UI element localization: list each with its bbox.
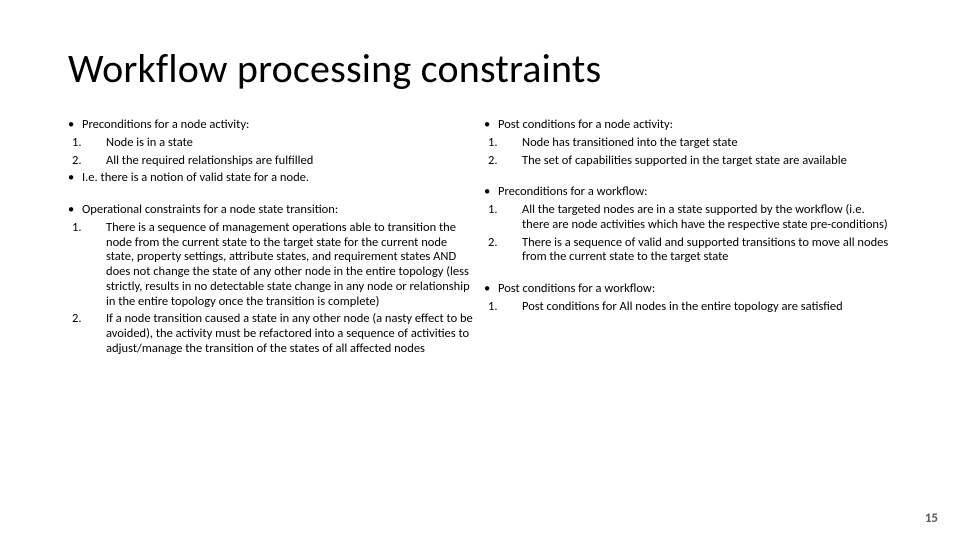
number-marker: 2.	[72, 154, 92, 169]
number-marker: 1.	[488, 300, 508, 315]
item-text: Node has transitioned into the target st…	[508, 136, 738, 151]
number-marker: 1.	[488, 136, 508, 151]
bullet-heading: • Preconditions for a workflow:	[484, 185, 892, 200]
numbered-item: 1. There is a sequence of management ope…	[68, 221, 476, 310]
bullet-icon: •	[68, 203, 82, 218]
numbered-item: 2. There is a sequence of valid and supp…	[484, 236, 892, 266]
left-column: • Preconditions for a node activity: 1. …	[68, 118, 476, 360]
heading-text: Operational constraints for a node state…	[82, 203, 338, 218]
number-marker: 2.	[72, 312, 92, 356]
slide: Workflow processing constraints • Precon…	[0, 0, 960, 540]
item-text: Post conditions for All nodes in the ent…	[508, 300, 843, 315]
number-marker: 1.	[72, 221, 92, 310]
numbered-item: 2. The set of capabilities supported in …	[484, 154, 892, 169]
content-columns: • Preconditions for a node activity: 1. …	[68, 118, 892, 360]
bullet-heading: • Preconditions for a node activity:	[68, 118, 476, 133]
number-marker: 1.	[488, 203, 508, 233]
bullet-icon: •	[68, 118, 82, 133]
page-number: 15	[925, 511, 938, 526]
bullet-icon: •	[68, 171, 82, 186]
right-column: • Post conditions for a node activity: 1…	[484, 118, 892, 360]
number-marker: 1.	[72, 136, 92, 151]
item-text: The set of capabilities supported in the…	[508, 154, 847, 169]
slide-title: Workflow processing constraints	[68, 48, 892, 90]
note-text: I.e. there is a notion of valid state fo…	[82, 171, 309, 186]
heading-text: Post conditions for a workflow:	[498, 282, 655, 297]
item-text: All the targeted nodes are in a state su…	[508, 203, 892, 233]
item-text: There is a sequence of management operat…	[92, 221, 476, 310]
numbered-item: 1. Post conditions for All nodes in the …	[484, 300, 892, 315]
bullet-heading: • Operational constraints for a node sta…	[68, 203, 476, 218]
number-marker: 2.	[488, 236, 508, 266]
bullet-heading: • Post conditions for a node activity:	[484, 118, 892, 133]
numbered-item: 1. All the targeted nodes are in a state…	[484, 203, 892, 233]
heading-text: Preconditions for a node activity:	[82, 118, 249, 133]
number-marker: 2.	[488, 154, 508, 169]
numbered-item: 1. Node is in a state	[68, 136, 476, 151]
bullet-heading: • Post conditions for a workflow:	[484, 282, 892, 297]
item-text: Node is in a state	[92, 136, 193, 151]
bullet-icon: •	[484, 118, 498, 133]
item-text: If a node transition caused a state in a…	[92, 312, 476, 356]
bullet-note: • I.e. there is a notion of valid state …	[68, 171, 476, 186]
numbered-item: 2. If a node transition caused a state i…	[68, 312, 476, 356]
item-text: All the required relationships are fulfi…	[92, 154, 313, 169]
numbered-item: 2. All the required relationships are fu…	[68, 154, 476, 169]
heading-text: Post conditions for a node activity:	[498, 118, 673, 133]
item-text: There is a sequence of valid and support…	[508, 236, 892, 266]
bullet-icon: •	[484, 185, 498, 200]
heading-text: Preconditions for a workflow:	[498, 185, 648, 200]
numbered-item: 1. Node has transitioned into the target…	[484, 136, 892, 151]
bullet-icon: •	[484, 282, 498, 297]
